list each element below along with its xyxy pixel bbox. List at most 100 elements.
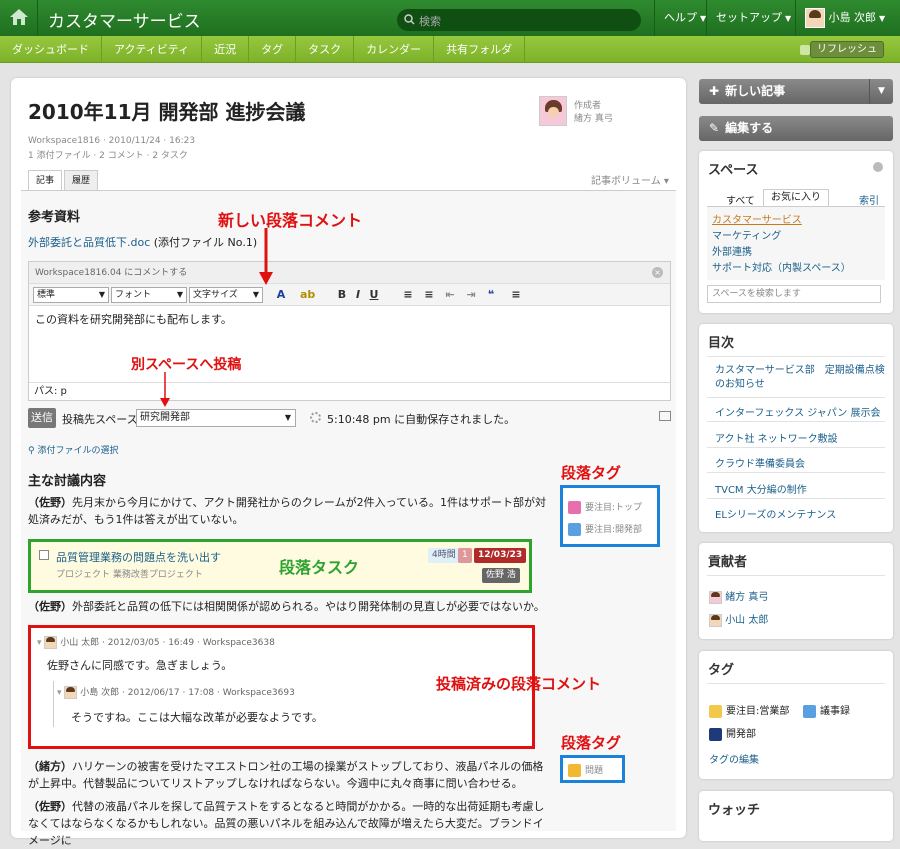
task-assignee: 佐野 浩 [482,568,520,583]
home-button[interactable] [0,0,38,36]
task-title[interactable]: 品質管理業務の問題点を洗い出す [56,549,221,565]
setup-menu[interactable]: セットアップ ▼ [706,0,800,36]
attachment-link[interactable]: 外部委託と品質低下.doc [28,236,150,249]
nav-shared-folder[interactable]: 共有フォルダ [434,36,526,63]
font-select[interactable]: フォント ▼ [111,287,187,303]
tag-icon [803,704,816,718]
contributor-1[interactable]: 緒方 真弓 [709,588,768,604]
toc-item-2[interactable]: インターフェックス ジャパン 展示会 [715,404,880,419]
nav-calendar[interactable]: カレンダー [354,36,435,63]
bold-icon[interactable]: B [335,287,349,303]
avatar [805,8,825,28]
para-tag-dev[interactable]: 要注目:開発部 [568,522,642,536]
author-label: 作成者 [574,101,602,111]
paragraph-1: （佐野）先月末から今月にかけて、アクト開発社からのクレームが2件入っている。1件… [28,496,547,526]
annotation-para-task: 段落タスク [279,558,360,577]
task-count: 1 [458,548,472,563]
toc-panel: 目次 カスタマーサービス部 定期設備点検のお知らせ インターフェックス ジャパン… [699,324,893,532]
space-search-input[interactable]: スペースを検索します [707,285,881,303]
tag-item-minutes[interactable]: 議事録 [803,702,850,718]
toc-item-1[interactable]: カスタマーサービス部 定期設備点検のお知らせ [715,364,885,392]
italic-icon[interactable]: I [351,287,365,303]
task-checkbox[interactable] [39,550,49,560]
new-article-button[interactable]: ✚ 新しい記事 ▼ [699,79,893,104]
toc-item-5[interactable]: TVCM 大分編の制作 [715,481,807,496]
toc-item-6[interactable]: ELシリーズのメンテナンス [715,506,836,521]
print-icon[interactable] [800,45,810,55]
watch-panel: ウォッチ [699,791,893,841]
nav-tasks[interactable]: タスク [296,36,355,63]
contributors-panel: 貢献者 緒方 真弓 小山 太郎 [699,543,893,639]
avatar [64,686,78,699]
paragraph-task: 品質管理業務の問題点を洗い出す プロジェクト 業務改善プロジェクト 段落タスク … [28,539,532,593]
tab-article[interactable]: 記事 [28,170,63,191]
unordered-list-icon[interactable]: ≡ [422,287,436,303]
autosave-status: 5:10:48 pm に自動保存されました。 [327,413,516,426]
underline-icon[interactable]: U [367,287,381,303]
top-bar: カスタマーサービス 検索 ヘルプ ▼ セットアップ ▼ 小島 次郎 ▼ [0,0,900,36]
section-heading-discussion: 主な討議内容 [28,474,107,489]
para-tag-issue[interactable]: 問題 [568,763,603,777]
nav-activity[interactable]: アクティビティ [102,36,203,63]
editor-header: Workspace1816.04 にコメントする × [29,262,670,284]
arrow-icon-small [160,372,170,407]
nav-dashboard[interactable]: ダッシュボード [0,36,102,63]
tag-icon [568,501,581,514]
chevron-down-icon[interactable]: ▼ [869,79,893,104]
space-item-marketing[interactable]: マーケティング [712,227,781,242]
tag-item-dev[interactable]: 開発部 [709,725,756,741]
para-tag-top[interactable]: 要注目:トップ [568,500,642,514]
attach-file-link[interactable]: ⚲ 添付ファイルの選択 [28,443,118,456]
paragraph-3: （緒方）ハリケーンの被害を受けたマエストロン社の工場の操業がストップしており、液… [28,760,544,790]
annotation-para-tag-2: 段落タグ [561,734,622,752]
space-tab-favorites[interactable]: お気に入り [763,189,829,206]
search-placeholder: 検索 [419,15,441,28]
attachment-note: (添付ファイル No.1) [153,236,258,249]
paragraph-4: （佐野）代替の液晶パネルを探して品質テストをするとなると時間がかかる。一時的な出… [28,800,545,847]
gear-icon[interactable] [873,162,883,172]
toc-item-3[interactable]: アクト社 ネットワーク敷設 [715,430,838,445]
contributor-2[interactable]: 小山 太郎 [709,611,768,627]
send-button[interactable]: 送信 [28,408,56,428]
user-menu[interactable]: 小島 次郎 ▼ [795,0,900,36]
author-name[interactable]: 緒方 真弓 [574,111,613,124]
search-input[interactable]: 検索 [397,9,641,31]
refresh-button[interactable]: リフレッシュ [810,41,884,58]
highlight-icon[interactable]: ab [300,287,315,303]
watch-title: ウォッチ [708,803,761,818]
comment-editor: Workspace1816.04 にコメントする × 標準 ▼ フォント ▼ 文字サイ… [28,261,671,401]
text-color-icon[interactable]: A [274,287,288,303]
page-title: 2010年11月 開発部 進捗会議 [28,100,306,124]
indent-icon[interactable]: ⇥ [464,287,478,303]
plus-icon: ✚ [709,84,720,98]
tab-history[interactable]: 履歴 [64,170,99,191]
toc-item-4[interactable]: クラウド準備委員会 [715,455,805,470]
space-item-external[interactable]: 外部連携 [712,243,752,258]
space-item-support[interactable]: サポート対応（内製スペース） [712,259,851,274]
comment-header-2: ▾ 小島 次郎 · 2012/06/17 · 17:08 · Workspace… [57,686,295,699]
quote-icon[interactable]: ❝ [484,287,498,303]
section-heading-reference: 参考資料 [28,210,81,225]
size-select[interactable]: 文字サイズ ▼ [189,287,263,303]
close-icon[interactable]: × [652,267,663,278]
ordered-list-icon[interactable]: ≡ [401,287,415,303]
thread-line [53,681,54,727]
tag-item-sales[interactable]: 要注目:営業部 [709,702,789,718]
space-tab-all[interactable]: すべて [726,192,755,207]
align-icon[interactable]: ≡ [509,287,523,303]
tag-edit-link[interactable]: タグの編集 [709,751,759,766]
format-select[interactable]: 標準 ▼ [33,287,109,303]
editor-body[interactable]: この資料を研究開発部にも配布します。 [29,306,670,376]
outdent-icon[interactable]: ⇤ [443,287,457,303]
edit-button[interactable]: ✎ 編集する [699,116,893,141]
tag-icon [568,764,581,777]
author-avatar [539,96,567,126]
expand-icon[interactable] [659,411,671,421]
nav-tags[interactable]: タグ [249,36,297,63]
space-tab-index[interactable]: 索引 [859,192,879,207]
nav-status[interactable]: 近況 [202,36,250,63]
volume-menu[interactable]: 記事ボリューム ▾ [591,172,669,187]
destination-select[interactable]: 研究開発部 ▼ [136,409,296,427]
space-item-customer[interactable]: カスタマーサービス [712,211,802,226]
annotation-new-comment: 新しい段落コメント [218,211,363,230]
